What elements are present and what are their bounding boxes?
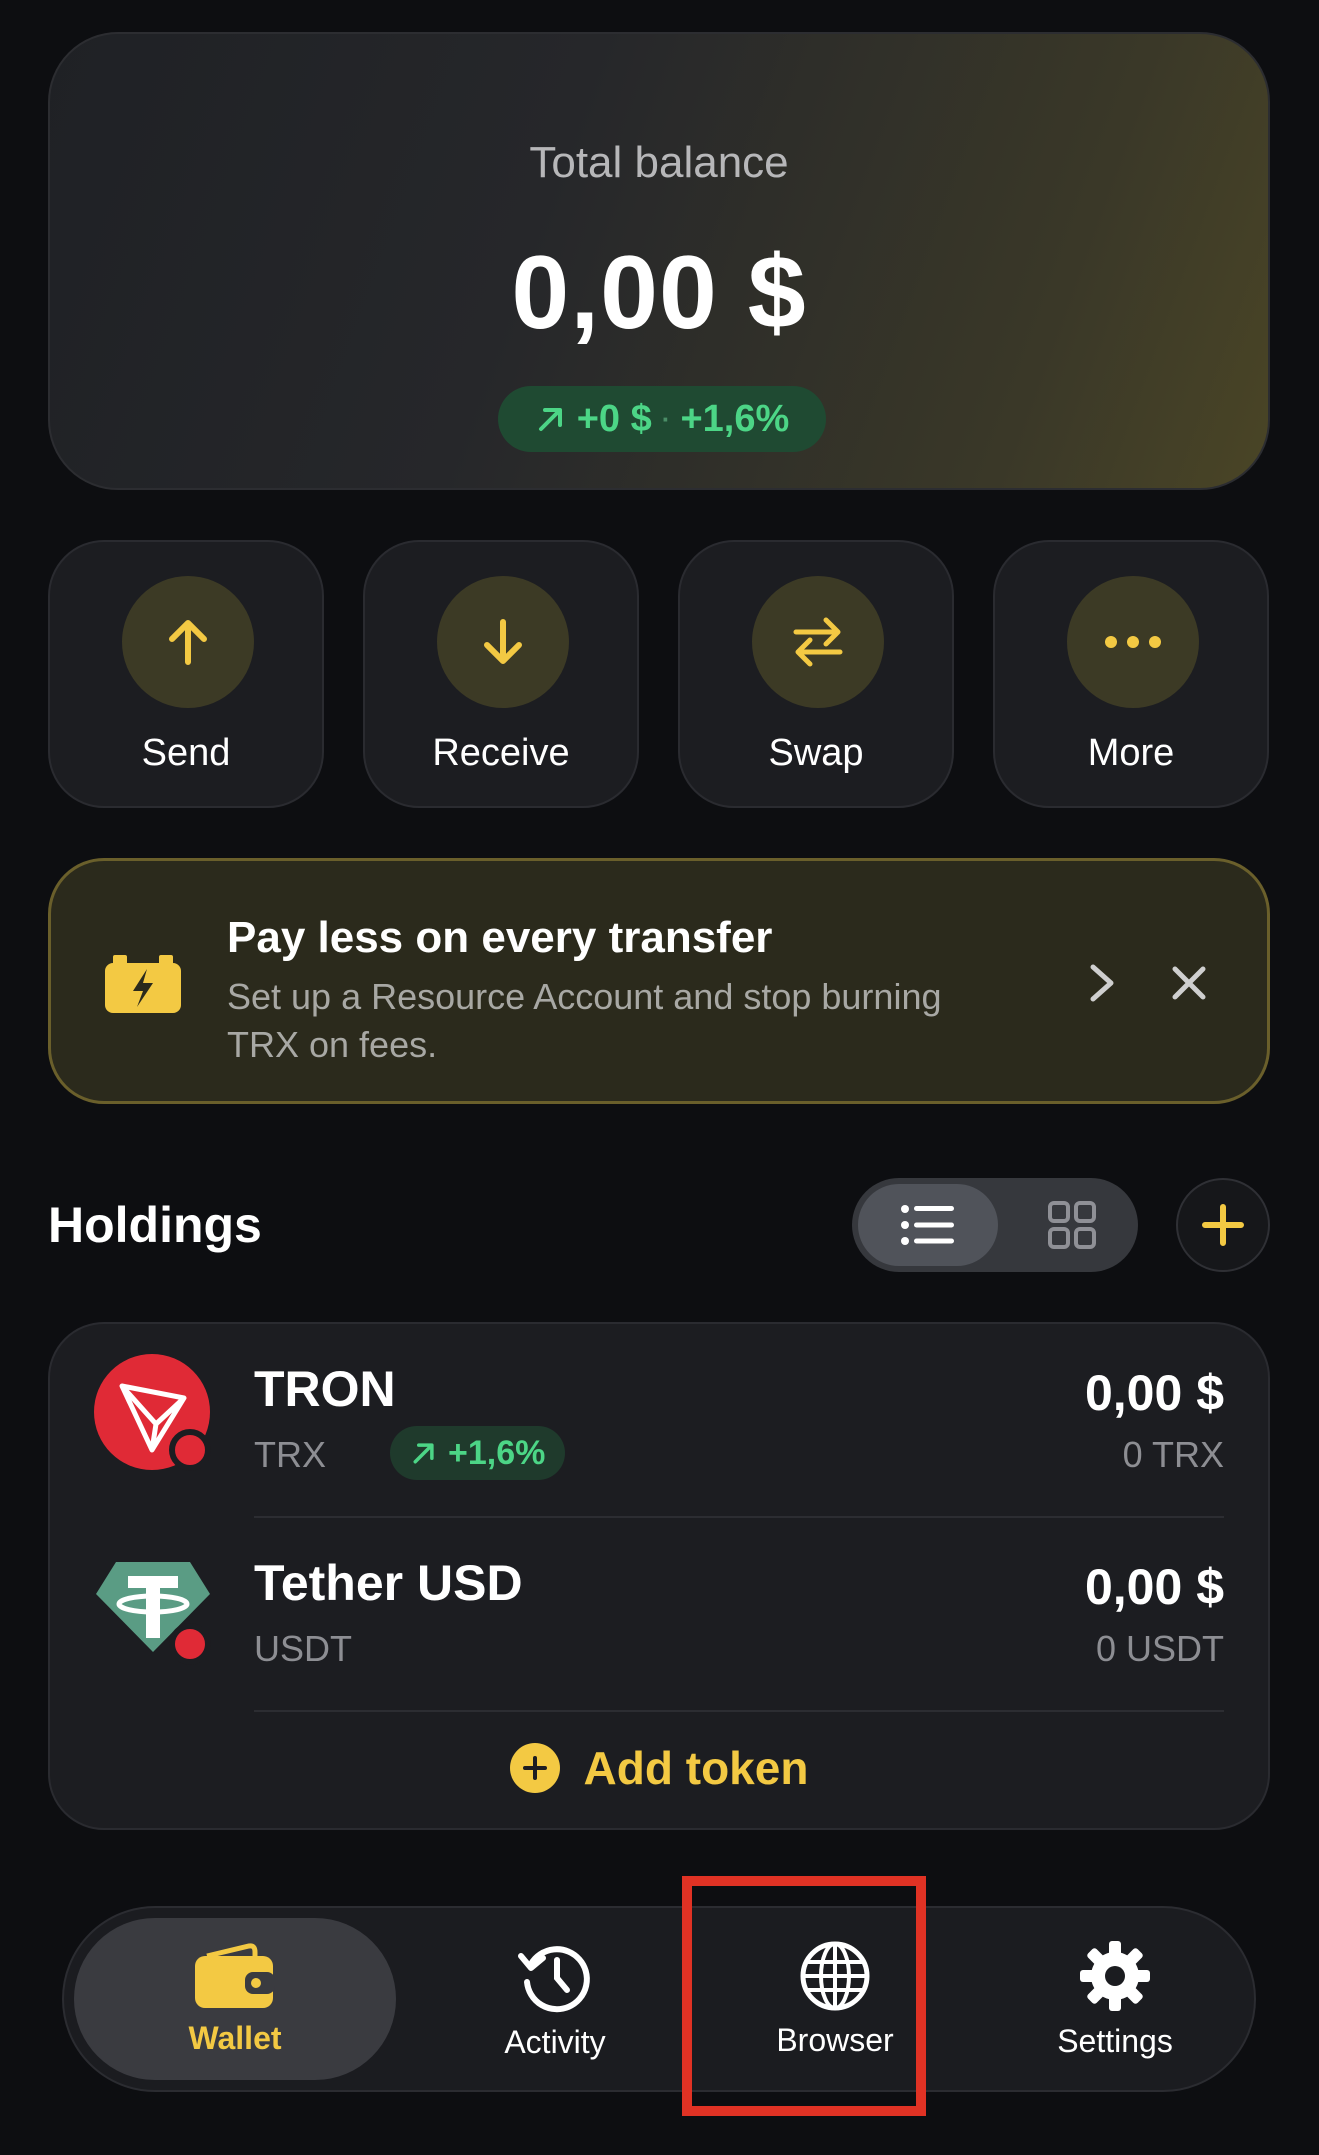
grid-view-button[interactable] (1012, 1184, 1132, 1266)
list-icon (901, 1205, 954, 1245)
token-symbol: TRX (254, 1434, 326, 1475)
token-amount: 0 USDT (1095, 1628, 1224, 1669)
swap-button[interactable]: Swap (678, 540, 954, 808)
balance-change-badge: +0 $ · +1,6% (498, 386, 826, 452)
more-button[interactable]: More (993, 540, 1269, 808)
receive-label: Receive (432, 732, 570, 774)
plus-circle-icon (509, 1743, 560, 1793)
nav-activity[interactable]: Activity (430, 1918, 680, 2080)
trend-up-icon (538, 408, 562, 431)
nav-wallet[interactable]: Wallet (74, 1918, 396, 2080)
battery-icon (105, 955, 181, 1013)
token-symbol: USDT (254, 1628, 352, 1669)
chevron-right-icon[interactable] (1085, 961, 1119, 1005)
token-row-usdt[interactable]: Tether USD USDT 0,00 $ 0 USDT (50, 1518, 1268, 1712)
history-icon (518, 1945, 590, 2012)
receive-button[interactable]: Receive (363, 540, 639, 808)
wallet-icon (195, 1942, 275, 2008)
list-view-button[interactable] (858, 1184, 998, 1266)
add-token-label: Add token (583, 1742, 809, 1794)
swap-icon-circle (752, 576, 884, 708)
trend-up-icon (413, 1443, 434, 1464)
send-label: Send (141, 732, 231, 774)
balance-change-value: +0 $ (576, 397, 652, 440)
more-icon (1105, 636, 1161, 648)
tether-logo-icon (96, 1562, 211, 1665)
banner-title: Pay less on every transfer (227, 913, 773, 962)
token-row-tron[interactable]: TRON TRX +1,6% 0,00 $ 0 TRX (50, 1324, 1268, 1518)
nav-wallet-label: Wallet (188, 2019, 282, 2056)
grid-icon (1048, 1201, 1096, 1249)
balance-title: Total balance (529, 138, 789, 187)
token-name: TRON (254, 1361, 396, 1417)
nav-settings[interactable]: Settings (990, 1918, 1240, 2080)
bottom-nav: Wallet Activity Browser Settings (62, 1906, 1256, 2092)
nav-activity-label: Activity (504, 2023, 606, 2060)
holdings-title: Holdings (48, 1197, 262, 1253)
balance-amount: 0,00 $ (511, 235, 807, 351)
add-holding-button[interactable] (1176, 1178, 1270, 1272)
tron-logo-icon (94, 1354, 211, 1471)
banner-description: Set up a Resource Account and stop burni… (227, 976, 942, 1065)
send-button[interactable]: Send (48, 540, 324, 808)
highlight-box (682, 1876, 926, 2116)
resource-account-banner[interactable]: Pay less on every transfer Set up a Reso… (48, 858, 1270, 1104)
nav-settings-label: Settings (1057, 2022, 1173, 2059)
more-icon-circle (1067, 576, 1199, 708)
gear-icon (1080, 1940, 1150, 2011)
swap-icon (793, 617, 843, 667)
token-change-badge: +1,6% (390, 1426, 566, 1480)
balance-change-separator: · (661, 403, 671, 434)
token-fiat-value: 0,00 $ (1084, 1365, 1224, 1421)
balance-card: Total balance 0,00 $ +0 $ · +1,6% (48, 32, 1270, 490)
swap-label: Swap (768, 732, 864, 774)
add-token-button[interactable]: Add token (50, 1728, 1268, 1808)
balance-change-percent: +1,6% (680, 397, 790, 440)
arrow-down-icon (484, 619, 522, 664)
token-change-value: +1,6% (448, 1433, 546, 1472)
token-fiat-value: 0,00 $ (1084, 1559, 1224, 1615)
view-toggle (852, 1178, 1138, 1272)
token-amount: 0 TRX (1122, 1434, 1224, 1475)
plus-icon (1202, 1204, 1244, 1246)
row-divider (254, 1710, 1224, 1712)
token-name: Tether USD (254, 1555, 523, 1611)
wallet-screen: Total balance 0,00 $ +0 $ · +1,6% Send R… (0, 0, 1319, 2155)
send-icon-circle (122, 576, 254, 708)
receive-icon-circle (437, 576, 569, 708)
holdings-list: TRON TRX +1,6% 0,00 $ 0 TRX Tether USD U… (48, 1322, 1270, 1830)
arrow-up-icon (169, 620, 207, 665)
close-icon[interactable] (1169, 963, 1209, 1003)
more-label: More (1087, 732, 1175, 774)
